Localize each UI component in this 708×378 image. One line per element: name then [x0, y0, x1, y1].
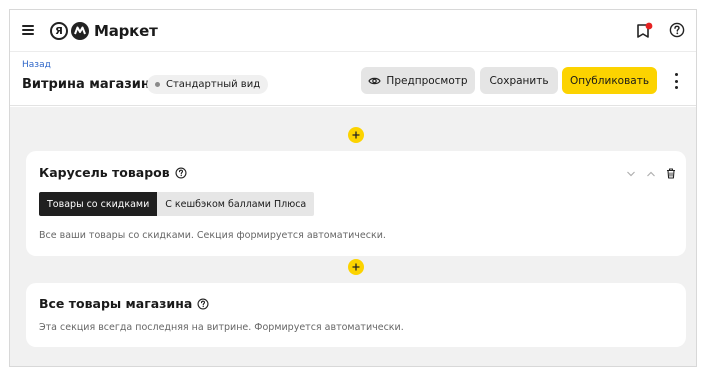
market-logo-icon — [71, 22, 89, 40]
logo-text: Маркет — [94, 22, 158, 40]
notification-icon[interactable] — [635, 22, 653, 40]
status-dot — [155, 82, 160, 87]
section-title: Карусель товаров — [39, 165, 187, 180]
app-frame: Я Маркет Назад Витрина магазина Стандарт… — [9, 9, 697, 367]
view-status-badge: Стандартный вид — [147, 75, 269, 94]
tab-plus-cashback[interactable]: С кешбэком баллами Плюса — [157, 192, 315, 216]
section-description: Все ваши товары со скидками. Секция форм… — [39, 230, 386, 241]
chevron-up-icon[interactable] — [646, 164, 656, 183]
section-title-text: Карусель товаров — [39, 165, 170, 180]
preview-label: Предпросмотр — [386, 74, 468, 87]
preview-button[interactable]: Предпросмотр — [361, 67, 475, 94]
section-actions — [626, 164, 676, 183]
help-icon[interactable] — [197, 297, 209, 310]
more-vertical-icon[interactable] — [670, 73, 682, 89]
menu-icon[interactable] — [22, 25, 34, 35]
section-title-text: Все товары магазина — [39, 296, 193, 311]
publish-label: Опубликовать — [569, 74, 650, 87]
showcase-canvas: Карусель товаров Товары со скидками С ке… — [10, 107, 696, 366]
section-title: Все товары магазина — [39, 296, 209, 311]
publish-button[interactable]: Опубликовать — [562, 67, 657, 94]
save-label: Сохранить — [489, 74, 549, 87]
section-card: Карусель товаров Товары со скидками С ке… — [26, 151, 686, 256]
view-badge-label: Стандартный вид — [166, 79, 261, 90]
trash-icon[interactable] — [666, 164, 676, 183]
add-section-button[interactable] — [348, 259, 364, 275]
page-title: Витрина магазина — [22, 77, 159, 92]
yandex-logo-icon: Я — [50, 22, 68, 40]
section-description: Эта секция всегда последняя на витрине. … — [39, 322, 404, 333]
save-button[interactable]: Сохранить — [480, 67, 558, 94]
market-logo[interactable]: Я Маркет — [50, 21, 158, 41]
plus-icon — [352, 263, 360, 271]
plus-icon — [352, 131, 360, 139]
tab-discounted-products[interactable]: Товары со скидками — [39, 192, 158, 216]
help-icon[interactable] — [669, 22, 685, 38]
eye-icon — [368, 77, 382, 84]
help-icon[interactable] — [175, 166, 187, 179]
top-bar: Я Маркет — [10, 10, 696, 52]
chevron-down-icon[interactable] — [626, 164, 636, 183]
page-header: Назад Витрина магазина Стандартный вид П… — [10, 53, 696, 106]
section-tabs: Товары со скидками С кешбэком баллами Пл… — [39, 192, 315, 216]
section-card: Все товары магазина Эта секция всегда по… — [26, 283, 686, 347]
add-section-button[interactable] — [348, 127, 364, 143]
back-link[interactable]: Назад — [22, 60, 51, 70]
